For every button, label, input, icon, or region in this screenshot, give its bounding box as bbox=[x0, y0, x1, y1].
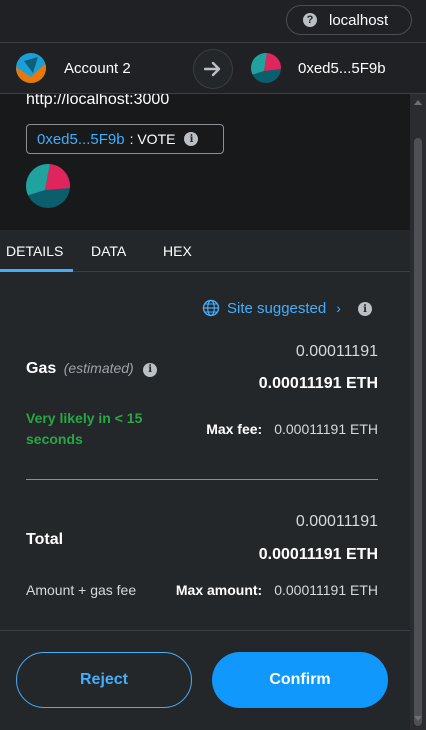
confirm-content: http://localhost:3000 0xed5...5F9b : VOT… bbox=[0, 94, 410, 730]
account-bar: Account 2 0xed5...5F9b bbox=[0, 42, 426, 94]
to-address[interactable]: 0xed5...5F9b bbox=[298, 60, 386, 77]
method-name: : VOTE bbox=[129, 131, 176, 147]
amount-gas-label: Amount + gas fee bbox=[26, 582, 137, 598]
method-pill: 0xed5...5F9b : VOTE i bbox=[26, 124, 224, 154]
scrollbar[interactable] bbox=[410, 94, 426, 730]
total-value-eth: 0.00011191 ETH bbox=[258, 546, 378, 563]
reject-button[interactable]: Reject bbox=[16, 652, 192, 708]
divider bbox=[26, 479, 378, 480]
confirm-button[interactable]: Confirm bbox=[212, 652, 388, 708]
info-icon[interactable]: i bbox=[184, 132, 199, 146]
from-account-avatar[interactable] bbox=[16, 53, 46, 83]
total-label: Total bbox=[26, 531, 64, 548]
info-icon[interactable]: i bbox=[143, 362, 158, 377]
gas-timing-estimate: Very likely in < 15 seconds bbox=[26, 410, 143, 447]
scroll-up-arrow-icon[interactable] bbox=[414, 100, 422, 105]
gas-value-eth: 0.00011191 ETH bbox=[258, 375, 378, 392]
total-value: 0.00011191 bbox=[295, 513, 378, 530]
max-amount-label: Max amount: bbox=[175, 582, 263, 598]
arrow-right-icon bbox=[193, 49, 233, 89]
top-bar: ? localhost bbox=[0, 0, 426, 42]
max-fee: Max fee: 0.00011191 ETH bbox=[206, 421, 378, 437]
scroll-down-arrow-icon[interactable] bbox=[414, 716, 422, 721]
gas-label-row: Gas (estimated) i bbox=[26, 360, 158, 378]
gas-estimated-label: (estimated) bbox=[63, 360, 134, 376]
site-origin-pill[interactable]: ? localhost bbox=[286, 5, 412, 35]
scrollbar-thumb[interactable] bbox=[414, 138, 422, 726]
max-amount-value: 0.00011191 ETH bbox=[274, 582, 378, 598]
gas-label: Gas bbox=[26, 360, 57, 377]
chevron-right-icon: › bbox=[336, 300, 341, 316]
from-account-name[interactable]: Account 2 bbox=[64, 60, 131, 77]
globe-icon bbox=[202, 299, 220, 317]
info-icon[interactable]: i bbox=[358, 302, 372, 316]
max-fee-label: Max fee: bbox=[206, 421, 263, 437]
contract-avatar bbox=[26, 164, 70, 208]
site-suggested-link[interactable]: Site suggested › bbox=[202, 299, 341, 317]
site-suggested-label: Site suggested bbox=[227, 299, 327, 317]
site-origin-label: localhost bbox=[329, 11, 389, 29]
tab-data[interactable]: DATA bbox=[91, 243, 126, 259]
to-account-avatar[interactable] bbox=[251, 53, 281, 83]
help-icon: ? bbox=[303, 13, 317, 27]
max-amount: Max amount: 0.00011191 ETH bbox=[176, 582, 378, 598]
max-fee-value: 0.00011191 ETH bbox=[274, 421, 378, 437]
origin-url: http://localhost:3000 bbox=[26, 94, 170, 108]
gas-value: 0.00011191 bbox=[295, 343, 378, 360]
active-tab-indicator bbox=[0, 269, 73, 272]
origin-section: http://localhost:3000 0xed5...5F9b : VOT… bbox=[0, 94, 410, 230]
contract-address-link[interactable]: 0xed5...5F9b bbox=[37, 131, 125, 148]
tab-hex[interactable]: HEX bbox=[163, 243, 192, 259]
tab-bar: DETAILS DATA HEX bbox=[0, 230, 410, 272]
footer-divider bbox=[0, 630, 410, 631]
tab-details[interactable]: DETAILS bbox=[6, 243, 63, 259]
